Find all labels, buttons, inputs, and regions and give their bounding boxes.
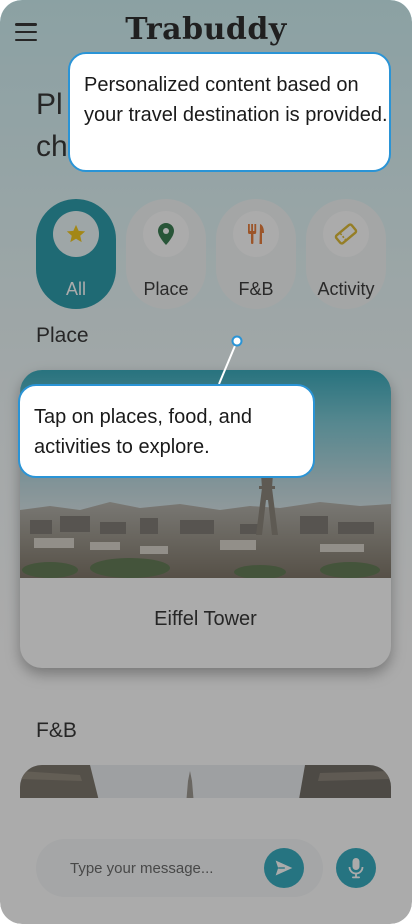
- app-screen: Trabuddy Pl ch All Place F&B Activity Pl…: [0, 0, 412, 924]
- tutorial-tooltip-explore: Tap on places, food, and activities to e…: [18, 384, 315, 478]
- tutorial-tooltip-personalized: Personalized content based on your trave…: [68, 52, 391, 172]
